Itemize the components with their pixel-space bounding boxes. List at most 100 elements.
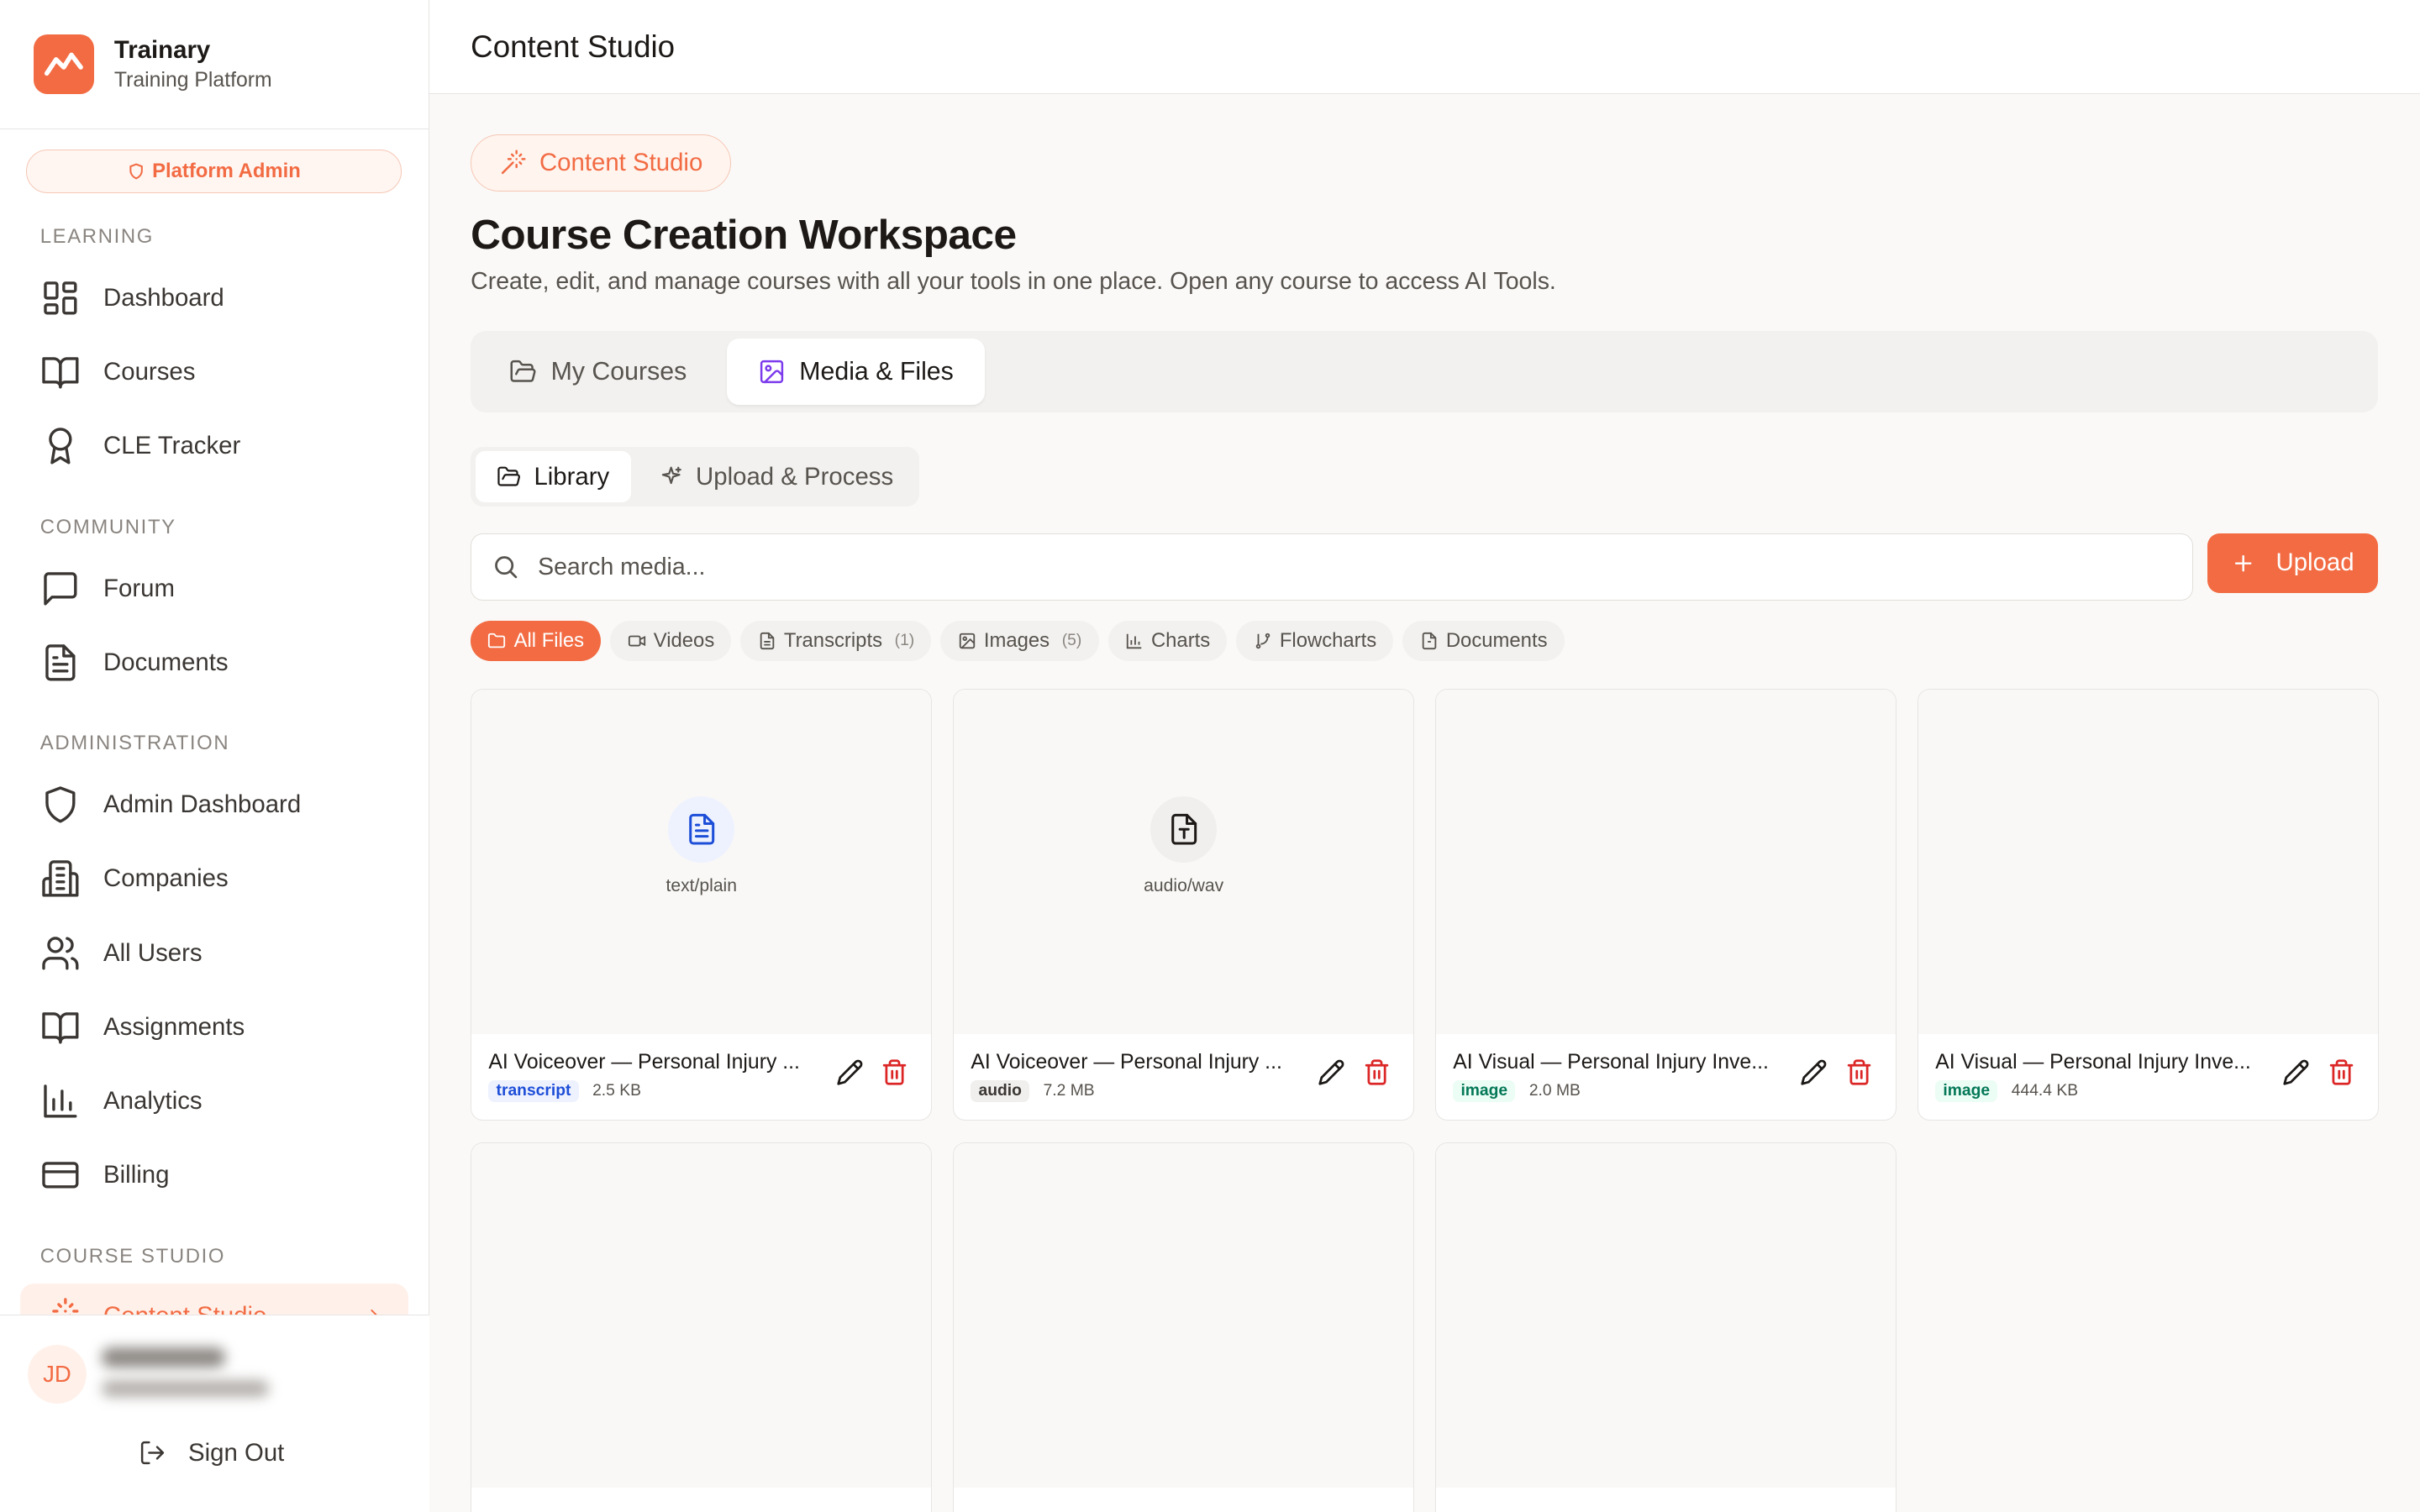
sidebar-item-cle-tracker[interactable]: CLE Tracker xyxy=(0,409,429,483)
subtab-label: Upload & Process xyxy=(696,462,894,491)
filter-count: (1) xyxy=(894,632,915,650)
edit-pencil-icon[interactable] xyxy=(2282,1058,2310,1086)
main-tabs: My Courses Media & Files xyxy=(471,331,2379,413)
sidebar-item-dashboard[interactable]: Dashboard xyxy=(0,261,429,335)
filter-label: Charts xyxy=(1150,629,1211,653)
shield-icon xyxy=(129,163,143,180)
media-mime: text/plain xyxy=(666,876,738,896)
image-icon xyxy=(959,633,975,649)
file-text-icon xyxy=(668,795,735,863)
sidebar-item-admin-dashboard[interactable]: Admin Dashboard xyxy=(0,768,429,842)
bar-chart-icon xyxy=(1126,633,1142,649)
media-size: 7.2 MB xyxy=(1043,1082,1095,1100)
media-thumbnail xyxy=(954,1143,1414,1488)
shield-icon xyxy=(45,786,76,823)
media-card[interactable] xyxy=(953,1142,1415,1512)
sidebar-item-label: Courses xyxy=(103,358,196,386)
media-type-badge: transcript xyxy=(488,1080,579,1102)
trash-icon[interactable] xyxy=(881,1058,908,1086)
wand-icon xyxy=(502,150,526,175)
filter-documents[interactable]: Documents xyxy=(1402,621,1565,662)
media-meta: AI Visual — Personal Injury Inve... imag… xyxy=(1918,1034,2378,1102)
filter-all-files[interactable]: All Files xyxy=(471,621,602,662)
user-email-redacted xyxy=(102,1380,269,1398)
video-icon xyxy=(628,635,645,647)
sidebar-item-courses[interactable]: Courses xyxy=(0,335,429,409)
subtab-library[interactable]: Library xyxy=(475,451,631,502)
filter-count: (5) xyxy=(1061,632,1082,650)
media-type-badge: audio xyxy=(971,1080,1030,1102)
sidebar-item-label: Analytics xyxy=(103,1086,203,1115)
upload-label: Upload xyxy=(2275,549,2354,577)
media-type-badge: image xyxy=(1935,1080,1998,1102)
tab-my-courses[interactable]: My Courses xyxy=(478,339,718,405)
tab-label: Media & Files xyxy=(799,357,954,386)
message-icon xyxy=(44,572,77,606)
edit-pencil-icon[interactable] xyxy=(836,1058,864,1086)
media-type-badge: image xyxy=(1453,1080,1516,1102)
page-title: Course Creation Workspace xyxy=(471,210,1017,258)
media-size: 2.0 MB xyxy=(1528,1082,1581,1100)
media-thumbnail xyxy=(1436,1143,1897,1488)
tab-media-files[interactable]: Media & Files xyxy=(726,339,985,406)
upload-button[interactable]: Upload xyxy=(2207,533,2379,594)
filter-flowcharts[interactable]: Flowcharts xyxy=(1236,621,1394,662)
media-thumbnail xyxy=(1436,690,1897,1034)
bar-chart-icon xyxy=(44,1084,77,1118)
media-card[interactable]: text/plain AI Voiceover — Personal Injur… xyxy=(471,689,933,1121)
media-card[interactable]: audio/wav AI Voiceover — Personal Injury… xyxy=(953,689,1415,1121)
media-name: AI Visual — Personal Injury Inve... xyxy=(1453,1050,1769,1074)
media-thumbnail xyxy=(471,1143,932,1488)
file-type-icon xyxy=(1150,795,1218,863)
media-card[interactable] xyxy=(1435,1142,1897,1512)
media-card[interactable]: AI Visual — Personal Injury Inve... imag… xyxy=(1435,689,1897,1121)
subtab-upload-process[interactable]: Upload & Process xyxy=(637,451,915,502)
search-row: Upload xyxy=(471,533,2379,601)
media-thumbnail xyxy=(1918,690,2379,1034)
sidebar-item-billing[interactable]: Billing xyxy=(0,1138,429,1212)
sidebar-item-label: Companies xyxy=(103,864,229,893)
sidebar-item-all-users[interactable]: All Users xyxy=(0,916,429,990)
sidebar-item-label: Documents xyxy=(103,648,229,676)
page-subtitle: Create, edit, and manage courses with al… xyxy=(471,267,1556,295)
filter-images[interactable]: Images (5) xyxy=(940,621,1099,662)
edit-pencil-icon[interactable] xyxy=(1318,1058,1345,1086)
sidebar-item-forum[interactable]: Forum xyxy=(0,552,429,626)
filter-videos[interactable]: Videos xyxy=(610,621,732,662)
sidebar-item-assignments[interactable]: Assignments xyxy=(0,990,429,1064)
main-area: Content Studio Content Studio Course Cre… xyxy=(429,0,2420,1512)
badge-label: Content Studio xyxy=(539,148,703,176)
book-icon xyxy=(42,357,79,389)
filter-label: Transcripts xyxy=(783,629,882,653)
media-grid: text/plain AI Voiceover — Personal Injur… xyxy=(471,689,2380,1512)
trash-icon[interactable] xyxy=(1845,1058,1873,1086)
sidebar-item-companies[interactable]: Companies xyxy=(0,842,429,916)
content-area: Content Studio Course Creation Workspace… xyxy=(429,94,2420,1512)
filter-charts[interactable]: Charts xyxy=(1107,621,1228,662)
media-card[interactable]: AI Visual — Personal Injury Inve... imag… xyxy=(1918,689,2380,1121)
media-card[interactable] xyxy=(471,1142,933,1512)
user-name-redacted xyxy=(102,1347,226,1368)
filter-transcripts[interactable]: Transcripts (1) xyxy=(740,621,932,662)
credit-card-icon xyxy=(42,1162,79,1189)
file-icon xyxy=(1422,633,1436,650)
media-meta: AI Visual — Personal Injury Inve... imag… xyxy=(1436,1034,1896,1102)
brand-header[interactable]: Trainary Training Platform xyxy=(0,0,429,130)
avatar[interactable]: JD xyxy=(28,1344,87,1404)
media-name: AI Voiceover — Personal Injury ... xyxy=(971,1050,1282,1074)
filter-chips: All Files Videos Transcripts (1) Images … xyxy=(471,621,2378,662)
sparkles-icon xyxy=(661,466,681,485)
brand-subtitle: Training Platform xyxy=(113,69,272,92)
trash-icon[interactable] xyxy=(2328,1058,2355,1086)
search-box xyxy=(471,533,2193,601)
search-input[interactable] xyxy=(538,553,2069,581)
sign-out-button[interactable]: Sign Out xyxy=(139,1439,284,1467)
sidebar-item-analytics[interactable]: Analytics xyxy=(0,1064,429,1138)
sidebar-item-documents[interactable]: Documents xyxy=(0,626,429,700)
content-studio-badge: Content Studio xyxy=(471,134,732,192)
filter-label: Flowcharts xyxy=(1279,629,1377,653)
trash-icon[interactable] xyxy=(1363,1058,1391,1086)
media-meta: AI Voiceover — Personal Injury ... audio… xyxy=(954,1034,1413,1102)
file-icon xyxy=(45,644,76,681)
edit-pencil-icon[interactable] xyxy=(1800,1058,1828,1086)
